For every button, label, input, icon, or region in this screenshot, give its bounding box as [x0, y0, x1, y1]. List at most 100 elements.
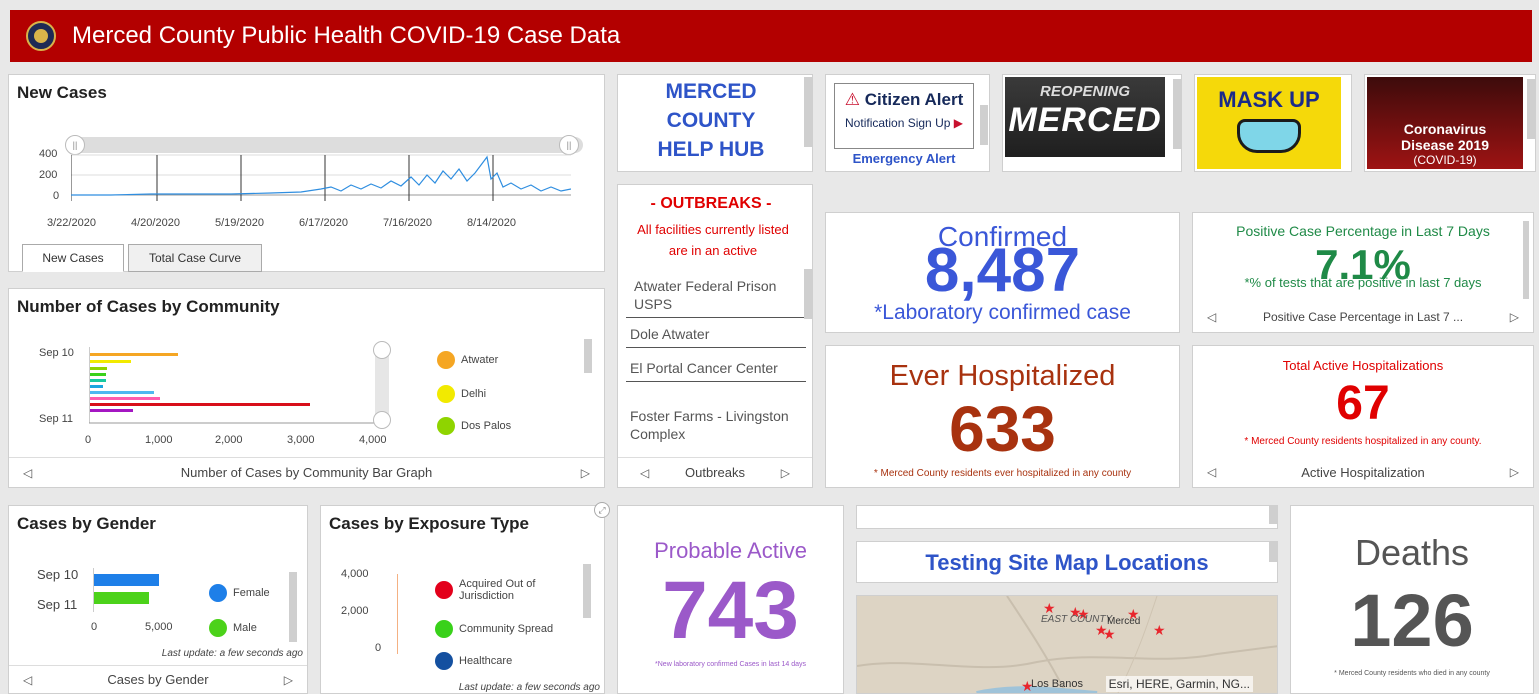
map-label-east-county: EAST COUNTY	[1041, 614, 1113, 625]
legend-swatch	[437, 417, 455, 435]
tile-scrollbar[interactable]	[1527, 79, 1535, 139]
coronavirus-line3: (COVID-19)	[1413, 153, 1477, 167]
tile-scrollbar[interactable]	[804, 77, 812, 147]
prev-arrow-icon[interactable]: ◁	[23, 466, 32, 480]
x-tick: 3,000	[287, 434, 315, 446]
legend-item[interactable]: Female	[209, 584, 270, 602]
gender-bar-chart	[93, 568, 159, 612]
hospitalized-panel: Ever Hospitalized 633 * Merced County re…	[825, 345, 1180, 488]
active-hosp-panel: Total Active Hospitalizations 67 * Merce…	[1192, 345, 1534, 488]
legend-item[interactable]: Delhi	[437, 385, 486, 403]
new-cases-panel: New Cases || || 400 200 0 3/22/2020 4/20…	[8, 74, 605, 272]
legend-scrollbar[interactable]	[289, 572, 297, 642]
legend-item[interactable]: Healthcare	[435, 652, 512, 670]
outbreaks-footer: Outbreaks	[685, 465, 745, 480]
legend-label: Dos Palos	[461, 420, 512, 432]
legend-scrollbar[interactable]	[583, 564, 591, 618]
deaths-note: * Merced County residents who died in an…	[1334, 670, 1490, 677]
citizen-alert-subtitle: Notification Sign Up ▶	[835, 116, 973, 130]
legend-swatch	[435, 652, 453, 670]
y-tick: Sep 10	[37, 567, 79, 582]
exposure-title: Cases by Exposure Type	[329, 514, 529, 533]
testing-map[interactable]: ★ ★ ★ ★ ★ ★ ★ ★ EAST COUNTY Merced Los B…	[856, 595, 1278, 694]
mask-up-text: MASK UP	[1218, 87, 1320, 112]
bar	[90, 409, 133, 412]
help-hub-text: MERCED COUNTY HELP HUB	[618, 77, 804, 164]
strip-scrollbar[interactable]	[1269, 506, 1277, 524]
legend-item[interactable]: Dos Palos	[437, 417, 511, 435]
community-panel: Number of Cases by Community Sep 10 Sep …	[8, 288, 605, 488]
prev-arrow-icon[interactable]: ◁	[1207, 310, 1216, 324]
reopening-line2: MERCED	[1008, 101, 1162, 139]
citizen-alert-card: ⚠ Citizen Alert Notification Sign Up ▶	[834, 83, 974, 149]
prev-arrow-icon[interactable]: ◁	[640, 466, 649, 480]
list-item[interactable]: Foster Farms - Livingston Complex	[626, 403, 806, 447]
legend-label: Female	[233, 587, 270, 599]
community-bar-chart	[89, 347, 389, 424]
legend-label: Acquired Out of Jurisdiction	[459, 578, 536, 602]
citizen-alert-subtitle-text: Notification Sign Up	[845, 116, 951, 130]
community-nav: ◁ Number of Cases by Community Bar Graph…	[9, 457, 604, 487]
next-arrow-icon[interactable]: ▷	[781, 466, 790, 480]
bar	[90, 385, 103, 388]
legend-item[interactable]: Atwater	[437, 351, 498, 369]
active-hosp-value: 67	[1336, 377, 1390, 430]
testing-title-panel: Testing Site Map Locations	[856, 541, 1278, 583]
x-tick: 0	[91, 621, 98, 633]
bar	[90, 353, 178, 356]
list-item[interactable]: El Portal Cancer Center	[626, 355, 806, 382]
legend-swatch	[435, 620, 453, 638]
legend-item[interactable]: Acquired Out of Jurisdiction	[435, 578, 575, 602]
panel-scrollbar[interactable]	[1523, 221, 1529, 299]
citizen-alert-tile[interactable]: ⚠ Citizen Alert Notification Sign Up ▶ E…	[825, 74, 990, 172]
y-tick: 2,000	[341, 605, 369, 617]
new-cases-line-chart	[71, 154, 571, 201]
next-arrow-icon[interactable]: ▷	[581, 466, 590, 480]
tile-scrollbar[interactable]	[1173, 79, 1181, 149]
list-scrollbar[interactable]	[804, 269, 812, 319]
prev-arrow-icon[interactable]: ◁	[1207, 465, 1216, 479]
tab-new-cases[interactable]: New Cases	[22, 244, 124, 272]
outbreaks-panel: - OUTBREAKS - All facilities currently l…	[617, 184, 813, 488]
legend-scrollbar[interactable]	[584, 339, 592, 373]
legend-item[interactable]: Male	[209, 619, 257, 637]
next-arrow-icon[interactable]: ▷	[1510, 310, 1519, 324]
active-hosp-nav: ◁ Active Hospitalization ▷	[1193, 457, 1533, 487]
legend-item[interactable]: Community Spread	[435, 620, 553, 638]
legend-label: Atwater	[461, 354, 499, 366]
map-attribution[interactable]: Esri, HERE, Garmin, NG...	[1105, 676, 1253, 692]
gender-footer: Cases by Gender	[107, 672, 209, 687]
testing-top-strip	[856, 505, 1278, 529]
title-scrollbar[interactable]	[1269, 542, 1277, 562]
outbreaks-note: All facilities currently listed are in a…	[637, 222, 789, 258]
probable-label: Probable Active	[654, 538, 807, 563]
gender-panel: Cases by Gender Sep 10 Sep 11 0 5,000 Fe…	[8, 505, 308, 694]
chart-slider-handle-top[interactable]	[373, 341, 391, 359]
active-hosp-footer: Active Hospitalization	[1301, 464, 1425, 480]
list-item[interactable]: Dole Atwater	[626, 321, 806, 348]
bar	[90, 373, 106, 376]
citizen-alert-title: ⚠ Citizen Alert	[835, 90, 973, 110]
next-arrow-icon[interactable]: ▷	[1510, 465, 1519, 479]
chart-slider-handle-bottom[interactable]	[373, 411, 391, 429]
x-tick: 3/22/2020	[47, 217, 96, 229]
reopening-tile[interactable]: REOPENING MERCED	[1002, 74, 1182, 172]
confirmed-panel: Confirmed 8,487 *Laboratory confirmed ca…	[825, 212, 1180, 333]
next-arrow-icon[interactable]: ▷	[284, 673, 293, 687]
tab-total-case-curve[interactable]: Total Case Curve	[128, 244, 262, 272]
emergency-alert-link[interactable]: Emergency Alert	[834, 151, 974, 166]
alert-icon: ⚠	[844, 90, 860, 109]
exposure-axis-line	[397, 574, 398, 654]
tile-scrollbar[interactable]	[980, 105, 988, 145]
y-tick: Sep 10	[39, 347, 74, 359]
mask-up-tile[interactable]: MASK UP	[1194, 74, 1352, 172]
help-hub-tile[interactable]: MERCED COUNTY HELP HUB	[617, 74, 813, 172]
prev-arrow-icon[interactable]: ◁	[23, 673, 32, 687]
expand-icon[interactable]: ⤢	[594, 502, 610, 518]
coronavirus-tile[interactable]: Coronavirus Disease 2019 (COVID-19)	[1364, 74, 1536, 172]
y-tick: 4,000	[341, 568, 369, 580]
map-pin-icon[interactable]: ★	[1103, 626, 1116, 643]
probable-value: 743	[662, 565, 799, 656]
list-item[interactable]: Atwater Federal Prison USPS	[626, 273, 806, 318]
map-pin-icon[interactable]: ★	[1153, 622, 1166, 639]
